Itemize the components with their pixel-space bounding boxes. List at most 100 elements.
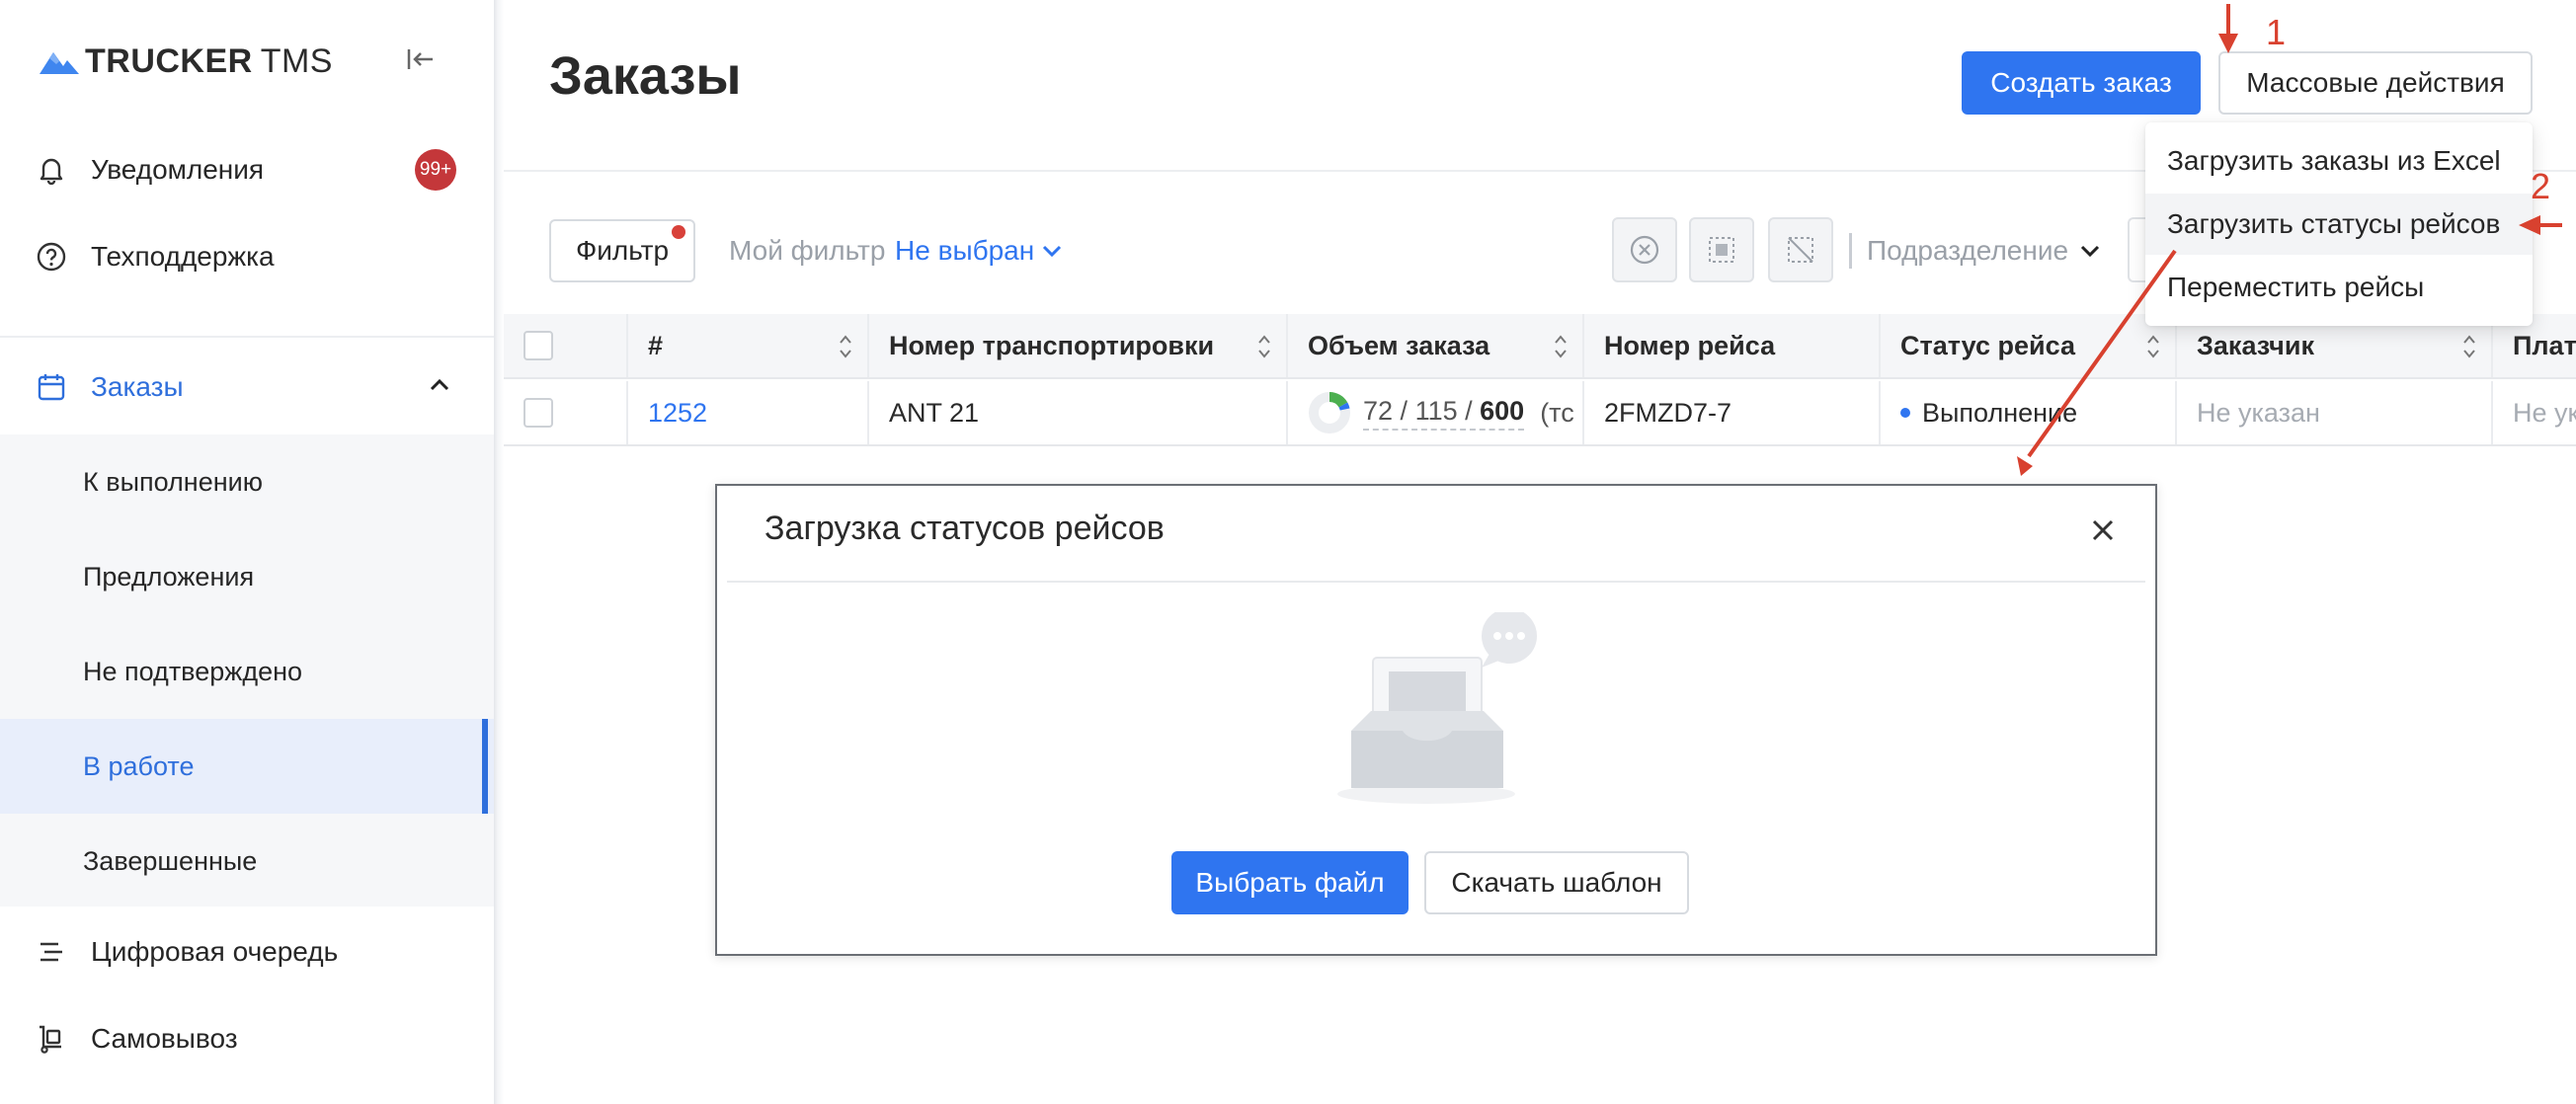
column-header-volume[interactable]: Объем заказа: [1288, 314, 1584, 377]
chevron-down-icon: [1043, 245, 1062, 258]
annotation-step-1: 1: [2266, 12, 2287, 52]
status-badge: Выполнение: [1922, 397, 2078, 428]
clear-selection-button[interactable]: [1612, 217, 1677, 282]
my-filter-label: Мой фильтр: [729, 235, 886, 266]
sort-icon: [2147, 335, 2159, 358]
modal-title: Загрузка статусов рейсов: [765, 510, 1165, 547]
chevron-down-icon: [2080, 245, 2100, 258]
row-transport-no-cell: ANT 21: [869, 381, 1288, 444]
row-id-cell: 1252: [628, 381, 869, 444]
sidebar-item-pickup[interactable]: Самовывоз: [0, 991, 494, 1086]
sidebar-subitem-label: Не подтверждено: [83, 656, 303, 686]
row-payer-cell: Не ук: [2493, 381, 2576, 444]
choose-file-button[interactable]: Выбрать файл: [1171, 851, 1409, 914]
download-template-button[interactable]: Скачать шаблон: [1424, 851, 1689, 914]
column-header-label: Номер рейса: [1604, 330, 1776, 360]
menu-item-upload-trip-statuses[interactable]: Загрузить статусы рейсов: [2145, 194, 2533, 255]
sidebar-item-orders[interactable]: Заказы: [0, 338, 494, 436]
select-all-icon: [1709, 237, 1734, 263]
select-all-button[interactable]: [1689, 217, 1754, 282]
modal-close-button[interactable]: [2080, 508, 2126, 553]
sidebar-item-label: Уведомления: [91, 154, 265, 185]
sort-icon: [2463, 335, 2475, 358]
volume-values[interactable]: 72 / 115 / 600: [1363, 396, 1525, 431]
logo-text: TRUCKER TMS: [85, 41, 333, 80]
column-header-id[interactable]: #: [628, 314, 869, 377]
table-row[interactable]: 1252 ANT 21 72 / 115 / 600 (тс 2FMZD7-7 …: [504, 381, 2576, 446]
sidebar-subitem-unconfirmed[interactable]: Не подтверждено: [0, 624, 494, 719]
column-header-label: Объем заказа: [1308, 330, 1490, 360]
sidebar-subitem-label: Предложения: [83, 561, 255, 591]
search-input-edge[interactable]: [2128, 217, 2147, 282]
empty-inbox-illustration-icon: [1337, 612, 1537, 804]
create-order-button[interactable]: Создать заказ: [1962, 51, 2201, 115]
column-header-trip-no[interactable]: Номер рейса: [1584, 314, 1881, 377]
sidebar-item-label: Самовывоз: [91, 1023, 238, 1054]
sidebar-subitem-completed[interactable]: Завершенные: [0, 814, 494, 908]
sidebar-item-support[interactable]: Техподдержка: [0, 209, 494, 304]
sidebar-subitem-in-progress[interactable]: В работе: [0, 719, 494, 814]
column-header-trip-status[interactable]: Статус рейса: [1881, 314, 2177, 377]
sidebar-subitem-label: В работе: [83, 750, 195, 781]
logo[interactable]: TRUCKER TMS: [38, 41, 333, 81]
sidebar-subitem-label: Завершенные: [83, 845, 258, 876]
customer: Не указан: [2197, 397, 2320, 428]
close-circle-icon: [1630, 235, 1659, 265]
row-trip-no-cell: 2FMZD7-7: [1584, 381, 1881, 444]
sidebar-subitem-label: К выполнению: [83, 466, 263, 497]
sidebar-subitem-to-do[interactable]: К выполнению: [0, 434, 494, 529]
column-header-label: Статус рейса: [1900, 330, 2075, 360]
trip-no: 2FMZD7-7: [1604, 397, 1732, 428]
annotation-step-2: 2: [2531, 166, 2551, 206]
sidebar-subitem-offers[interactable]: Предложения: [0, 529, 494, 624]
close-icon: [2092, 519, 2114, 541]
orders-submenu: К выполнению Предложения Не подтверждено…: [0, 434, 494, 907]
column-header-transport-no[interactable]: Номер транспортировки: [869, 314, 1288, 377]
payer: Не ук: [2513, 397, 2576, 428]
sidebar-item-digital-queue[interactable]: Цифровая очередь: [0, 905, 494, 999]
row-status-cell: Выполнение: [1881, 381, 2177, 444]
chevron-up-icon: [429, 378, 450, 397]
select-all-checkbox[interactable]: [523, 331, 553, 360]
select-all-cell: [504, 314, 628, 377]
calendar-icon: [34, 369, 69, 405]
arrow-step-1-icon: [2218, 4, 2238, 53]
sidebar-item-label: Заказы: [91, 371, 184, 402]
status-dot: [1900, 408, 1910, 418]
row-select-cell: [504, 381, 628, 444]
sidebar-item-label: Цифровая очередь: [91, 936, 339, 967]
bulk-actions-dropdown: Загрузить заказы из Excel Загрузить стат…: [2145, 122, 2533, 326]
row-volume-cell: 72 / 115 / 600 (тс: [1288, 381, 1584, 444]
queue-list-icon: [34, 934, 69, 970]
volume-unit: (тс: [1540, 397, 1574, 428]
upload-statuses-modal: Загрузка статусов рейсов Выбрать файл Ск…: [715, 484, 2157, 956]
sidebar-shadow: [494, 0, 504, 1104]
row-checkbox[interactable]: [523, 398, 553, 428]
deselect-button[interactable]: [1768, 217, 1833, 282]
toolbar-separator: [1849, 233, 1852, 269]
order-id-link[interactable]: 1252: [648, 398, 707, 429]
notifications-badge: 99+: [415, 149, 456, 191]
subdivision-select[interactable]: Подразделение: [1867, 235, 2102, 267]
my-filter-value: Не выбран: [895, 235, 1035, 266]
collapse-left-icon: [407, 49, 433, 69]
filter-active-dot: [672, 225, 685, 239]
column-header-label: #: [648, 330, 664, 360]
transport-no: ANT 21: [889, 397, 980, 428]
menu-item-upload-orders-excel[interactable]: Загрузить заказы из Excel: [2145, 130, 2533, 192]
collapse-sidebar-button[interactable]: [401, 41, 441, 77]
column-header-label: Номер транспортировки: [889, 330, 1215, 360]
menu-item-move-trips[interactable]: Переместить рейсы: [2145, 257, 2533, 318]
bulk-actions-button[interactable]: Массовые действия: [2218, 51, 2533, 115]
bell-icon: [34, 152, 69, 188]
sidebar-item-notifications[interactable]: Уведомления 99+: [0, 122, 494, 217]
sidebar-item-label: Техподдержка: [91, 241, 275, 272]
sort-icon: [840, 335, 851, 358]
sidebar: TRUCKER TMS Уведомления 99+ Техподдержка …: [0, 0, 494, 1104]
row-customer-cell: Не указан: [2177, 381, 2493, 444]
volume-progress-donut-icon: [1309, 391, 1350, 434]
sort-icon: [1258, 335, 1270, 358]
mountain-logo-icon: [40, 52, 79, 74]
my-filter-select[interactable]: Не выбран: [895, 235, 1064, 267]
hand-truck-icon: [34, 1021, 69, 1057]
